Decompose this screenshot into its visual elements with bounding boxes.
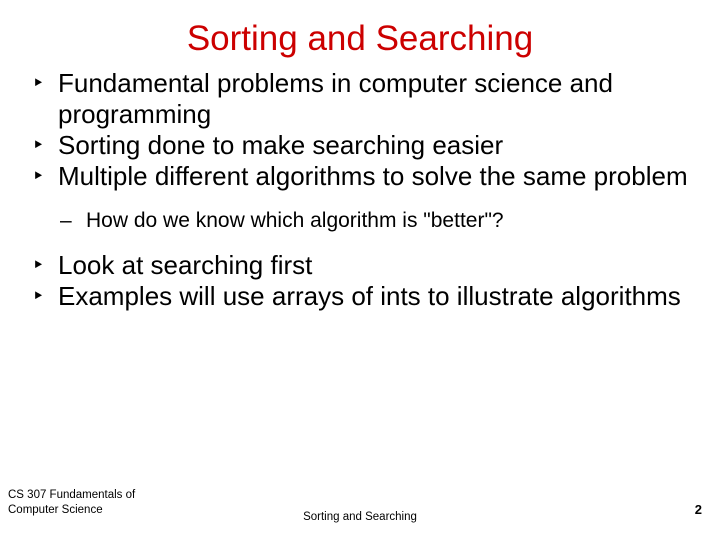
bullet-item: ‣ Fundamental problems in computer scien… xyxy=(30,68,695,130)
slide: Sorting and Searching ‣ Fundamental prob… xyxy=(0,0,720,540)
bullet-marker-icon: ‣ xyxy=(32,134,45,157)
dash-marker-icon: – xyxy=(60,209,72,232)
bullet-text: Look at searching first xyxy=(58,250,313,280)
bullet-item: ‣ Multiple different algorithms to solve… xyxy=(30,161,695,192)
sub-bullet-text: How do we know which algorithm is "bette… xyxy=(86,209,504,232)
bullet-text: Fundamental problems in computer science… xyxy=(58,68,613,129)
bullet-marker-icon: ‣ xyxy=(32,254,45,277)
sub-bullet-item: – How do we know which algorithm is "bet… xyxy=(30,208,695,234)
bullet-marker-icon: ‣ xyxy=(32,165,45,188)
bullet-item: ‣ Sorting done to make searching easier xyxy=(30,130,695,161)
footer-course-line1: CS 307 Fundamentals of xyxy=(8,489,136,501)
bullet-text: Sorting done to make searching easier xyxy=(58,130,504,160)
footer-page-number: 2 xyxy=(694,502,702,517)
footer-topic: Sorting and Searching xyxy=(303,511,417,523)
bullet-text: Multiple different algorithms to solve t… xyxy=(58,161,688,191)
bullet-marker-icon: ‣ xyxy=(32,72,45,95)
bullet-item: ‣ Examples will use arrays of ints to il… xyxy=(30,281,695,312)
bullet-item: ‣ Look at searching first xyxy=(30,250,695,281)
bullet-marker-icon: ‣ xyxy=(32,285,45,308)
page-title: Sorting and Searching xyxy=(186,19,534,58)
slide-body: ‣ Fundamental problems in computer scien… xyxy=(30,68,695,312)
slide-footer: CS 307 Fundamentals of Computer Science … xyxy=(0,480,720,540)
bullet-text: Examples will use arrays of ints to illu… xyxy=(58,281,681,311)
